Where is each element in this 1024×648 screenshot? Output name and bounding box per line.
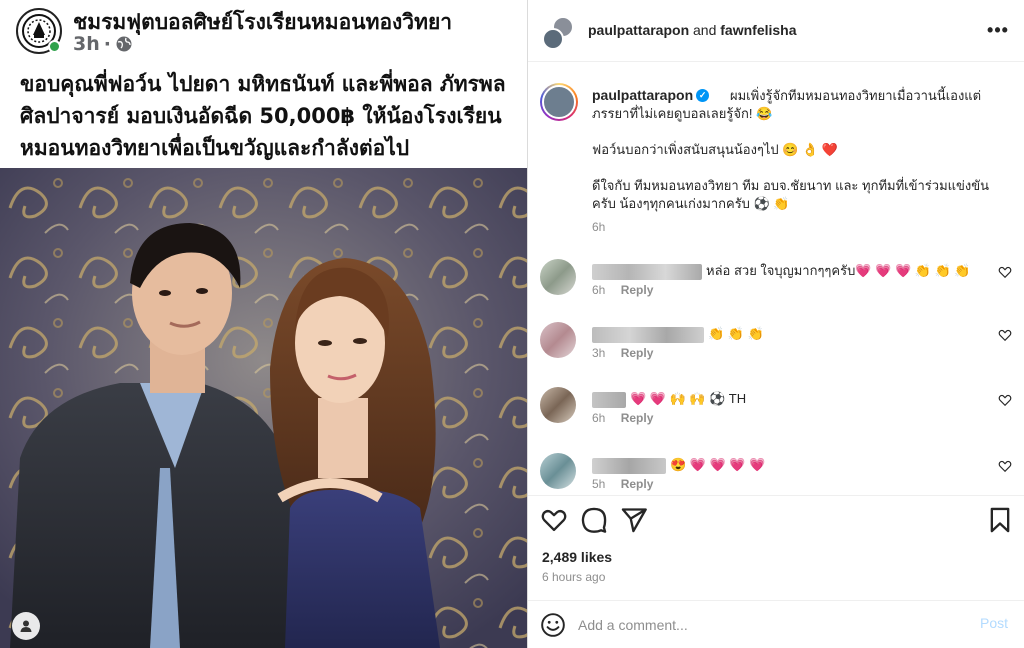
comment-time: 6h: [592, 283, 606, 297]
comment-username-blurred[interactable]: [592, 264, 702, 280]
caption-paragraph: ฟอว์นบอกว่าเพิ่งสนับสนุนน้องๆไป 😊 👌 ❤️: [592, 142, 839, 157]
post-time[interactable]: 3h: [73, 33, 100, 55]
comment-meta: 5h Reply: [592, 477, 653, 491]
avatar[interactable]: [540, 322, 576, 358]
reply-button[interactable]: Reply: [621, 411, 654, 425]
save-bookmark-icon[interactable]: [986, 506, 1014, 534]
facebook-post-header: ชมรมฟุตบอลศิษย์โรงเรียนหมอนทองวิทยา 3h ·: [0, 0, 527, 60]
post-text-line: หมอนทองวิทยาเพื่อเป็นขวัญและกำลังต่อไป: [20, 136, 410, 160]
add-comment-bar: Post: [528, 600, 1024, 648]
avatar: [542, 28, 564, 50]
comment-item: หล่อ สวย ใจบุญมากๆๆครับ💗 💗 💗 👏 👏 👏 6h Re…: [528, 259, 1024, 319]
caption-paragraph: ดีใจกับ ทีมหมอนทองวิทยา ทีม อบจ.ชัยนาท แ…: [592, 178, 990, 211]
likes-count[interactable]: 2,489 likes: [542, 549, 612, 565]
post-text-line: ศิลปาจารย์ มอบเงินอัดฉีด 50,000฿ ให้น้อง…: [20, 104, 502, 128]
caption-time: 6h: [592, 220, 606, 234]
comments-area[interactable]: paulpattarapon ✓ ผมเพิ่งรู้จักทีมหมอนทอง…: [528, 63, 1024, 495]
comment-time: 6h: [592, 411, 606, 425]
comment-text: 👏 👏 👏: [708, 326, 764, 341]
comment-meta: 6h Reply: [592, 283, 653, 297]
avatar[interactable]: [540, 453, 576, 489]
comment-time: 5h: [592, 477, 606, 491]
avatar[interactable]: [540, 259, 576, 295]
globe-icon: [115, 35, 133, 53]
comment-bubble-icon[interactable]: [580, 506, 608, 534]
comment-item: 💗 💗 🙌 🙌 ⚽ TH 6h Reply: [528, 387, 1024, 447]
instagram-post-panel: paulpattarapon and fawnfelisha ••• paulp…: [528, 0, 1024, 648]
add-comment-input[interactable]: [578, 613, 958, 637]
like-heart-icon[interactable]: [540, 506, 568, 534]
collab-joiner: and: [693, 22, 717, 38]
tag-people-icon[interactable]: [12, 612, 40, 640]
comment-username-blurred[interactable]: [592, 458, 666, 474]
reply-button[interactable]: Reply: [621, 346, 654, 360]
avatar[interactable]: [540, 387, 576, 423]
comment-text: หล่อ สวย ใจบุญมากๆๆครับ💗 💗 💗 👏 👏 👏: [706, 263, 971, 278]
caption-text: ผมเพิ่งรู้จักทีมหมอนทองวิทยาเมื่อวานนี้เ…: [592, 87, 1002, 231]
collab-title: paulpattarapon and fawnfelisha: [588, 22, 797, 38]
caption-avatar[interactable]: [540, 83, 578, 121]
collaborator-username-link[interactable]: fawnfelisha: [720, 22, 796, 38]
post-text: ขอบคุณพี่ฟอว์น ไปยดา มหิทธนันท์ และพี่พอ…: [20, 68, 520, 164]
comment-item: 😍 💗 💗 💗 💗 5h Reply: [528, 453, 1024, 495]
more-options-button[interactable]: •••: [984, 18, 1012, 42]
comment-text: 😍 💗 💗 💗 💗: [670, 457, 766, 472]
like-comment-heart-icon[interactable]: [998, 265, 1012, 279]
post-comment-button[interactable]: Post: [980, 615, 1008, 631]
couple-photo: [0, 168, 527, 648]
reply-button[interactable]: Reply: [621, 477, 654, 491]
post-text-line: ขอบคุณพี่ฟอว์น ไปยดา มหิทธนันท์ และพี่พอ…: [20, 72, 506, 96]
caption-paragraph: ผมเพิ่งรู้จักทีมหมอนทองวิทยาเมื่อวานนี้เ…: [592, 88, 982, 121]
comment-meta: 3h Reply: [592, 346, 653, 360]
share-send-icon[interactable]: [620, 506, 648, 534]
comment-username-blurred[interactable]: [592, 392, 626, 408]
author-username-link[interactable]: paulpattarapon: [588, 22, 689, 38]
online-status-dot: [48, 40, 61, 53]
like-comment-heart-icon[interactable]: [998, 328, 1012, 342]
like-comment-heart-icon[interactable]: [998, 393, 1012, 407]
facebook-post: ชมรมฟุตบอลศิษย์โรงเรียนหมอนทองวิทยา 3h ·…: [0, 0, 527, 648]
comment-text: 💗 💗 🙌 🙌 ⚽ TH: [630, 391, 747, 406]
comment-meta: 6h Reply: [592, 411, 653, 425]
like-comment-heart-icon[interactable]: [998, 459, 1012, 473]
emoji-icon[interactable]: [540, 612, 566, 638]
reply-button[interactable]: Reply: [621, 283, 654, 297]
comment-time: 3h: [592, 346, 606, 360]
post-age: 6 hours ago: [542, 570, 606, 584]
post-meta: 3h ·: [73, 33, 133, 55]
post-actions: 2,489 likes 6 hours ago: [528, 495, 1024, 607]
collab-avatars[interactable]: [542, 16, 576, 50]
post-photo[interactable]: [0, 168, 527, 648]
comment-username-blurred[interactable]: [592, 327, 704, 343]
comment-item: 👏 👏 👏 3h Reply: [528, 322, 1024, 382]
post-header: paulpattarapon and fawnfelisha •••: [528, 0, 1024, 62]
meta-separator: ·: [103, 33, 111, 55]
